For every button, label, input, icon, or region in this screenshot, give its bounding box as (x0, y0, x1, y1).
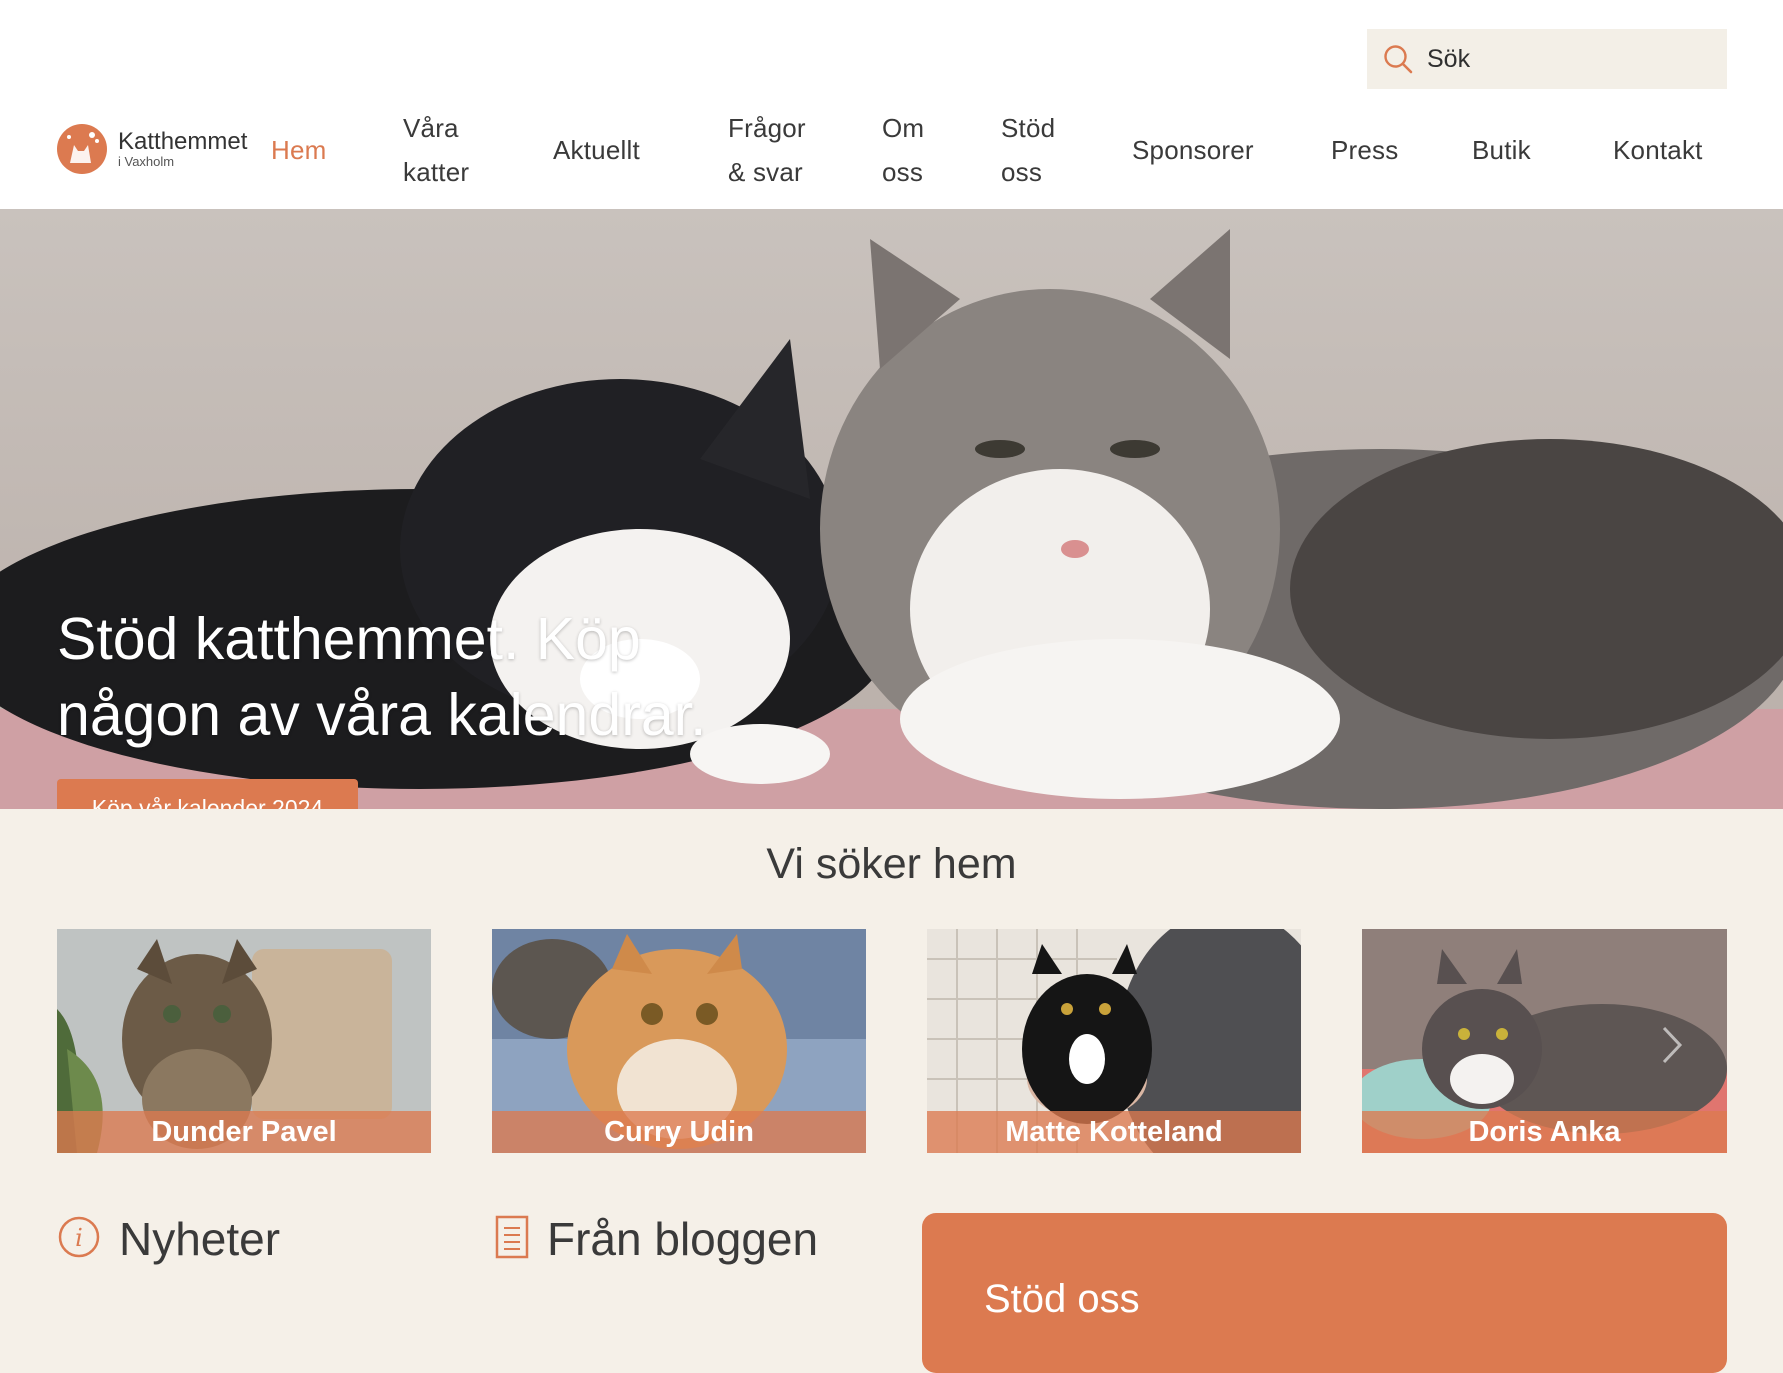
hero-title: Stöd katthemmet. Köp någon av våra kalen… (57, 601, 757, 753)
nav-item-our-cats[interactable]: Våra katter (403, 106, 469, 194)
news-heading: i Nyheter (57, 1212, 280, 1266)
nav-item-press[interactable]: Press (1331, 128, 1398, 172)
nav-item-faq-line2: & svar (728, 157, 803, 187)
logo-name: Katthemmet (118, 128, 248, 155)
logo-subtitle: i Vaxholm (118, 154, 175, 169)
cat-card-dunder-pavel[interactable]: Dunder Pavel (57, 929, 431, 1153)
search-icon[interactable] (1383, 44, 1413, 74)
hero-title-line1: Stöd katthemmet. Köp (57, 606, 641, 672)
hero-banner: Stöd katthemmet. Köp någon av våra kalen… (0, 209, 1783, 809)
info-icon: i (57, 1215, 101, 1264)
search-box[interactable] (1367, 29, 1727, 89)
blog-title: Från bloggen (547, 1213, 819, 1265)
nav-item-faq[interactable]: Frågor & svar (728, 106, 806, 194)
cat-card-name: Curry Udin (492, 1111, 866, 1153)
nav-item-news[interactable]: Aktuellt (553, 128, 640, 172)
cat-card-name: Matte Kotteland (927, 1111, 1301, 1153)
site-header: Katthemmet i Vaxholm Hem Våra katter Akt… (0, 0, 1783, 209)
nav-item-about-line1: Om (882, 113, 925, 143)
news-title: Nyheter (119, 1213, 281, 1265)
chevron-right-icon[interactable] (1656, 1020, 1686, 1070)
buy-calendar-button[interactable]: Köp vår kalender 2024 (57, 779, 358, 809)
logo-cat-icon (56, 123, 108, 175)
cat-card-name: Dunder Pavel (57, 1111, 431, 1153)
support-box: Stöd oss (922, 1213, 1727, 1373)
nav-item-home[interactable]: Hem (271, 128, 327, 172)
blog-heading: Från bloggen (495, 1212, 818, 1266)
site-logo[interactable]: Katthemmet i Vaxholm (56, 121, 261, 177)
nav-item-about[interactable]: Om oss (882, 106, 924, 194)
logo-text: Katthemmet i Vaxholm (118, 129, 247, 169)
nav-item-contact[interactable]: Kontakt (1613, 128, 1703, 172)
nav-item-faq-line1: Frågor (728, 113, 806, 143)
nav-item-sponsors[interactable]: Sponsorer (1132, 128, 1254, 172)
nav-item-support-line2: oss (1001, 157, 1043, 187)
support-box-title: Stöd oss (984, 1277, 1140, 1321)
cat-card-name: Doris Anka (1362, 1111, 1727, 1153)
nav-item-shop[interactable]: Butik (1472, 128, 1531, 172)
nav-item-support-line1: Stöd (1001, 113, 1056, 143)
cat-card-matte-kotteland[interactable]: Matte Kotteland (927, 929, 1301, 1153)
document-icon (495, 1215, 529, 1264)
nav-item-about-line2: oss (882, 157, 924, 187)
search-input[interactable] (1427, 44, 1717, 74)
nav-item-our-cats-line1: Våra (403, 113, 459, 143)
nav-item-support[interactable]: Stöd oss (1001, 106, 1055, 194)
homes-section-title: Vi söker hem (766, 840, 1017, 888)
svg-text:i: i (75, 1224, 83, 1252)
nav-item-our-cats-line2: katter (403, 157, 470, 187)
cat-card-curry-udin[interactable]: Curry Udin (492, 929, 866, 1153)
hero-title-line2: någon av våra kalendrar. (57, 682, 707, 748)
